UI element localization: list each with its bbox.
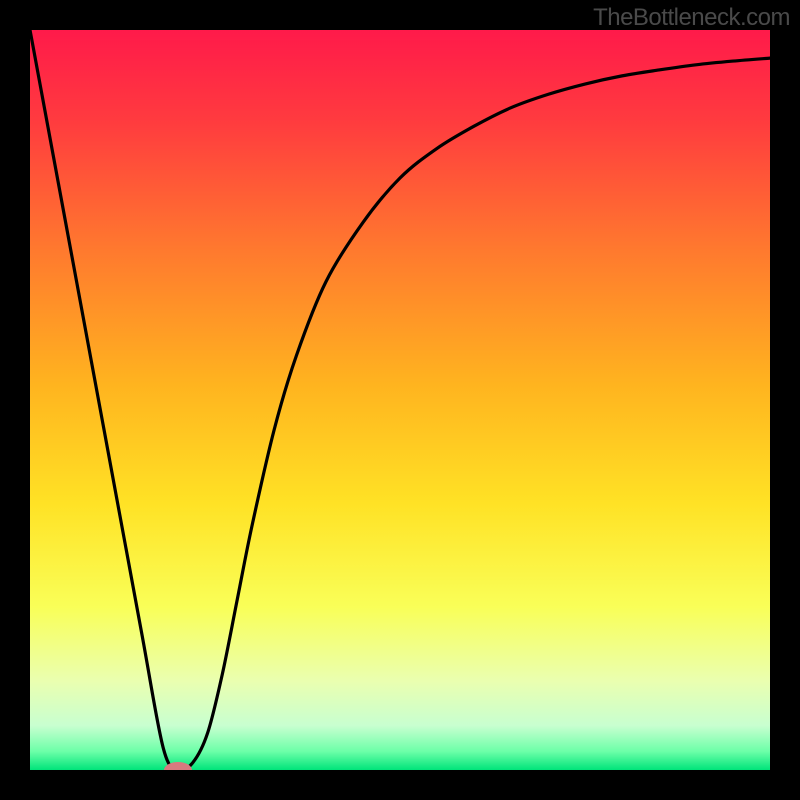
chart-frame: TheBottleneck.com [0,0,800,800]
chart-plot-area [30,30,770,770]
gradient-background [30,30,770,770]
watermark-text: TheBottleneck.com [593,4,790,32]
chart-svg [30,30,770,770]
